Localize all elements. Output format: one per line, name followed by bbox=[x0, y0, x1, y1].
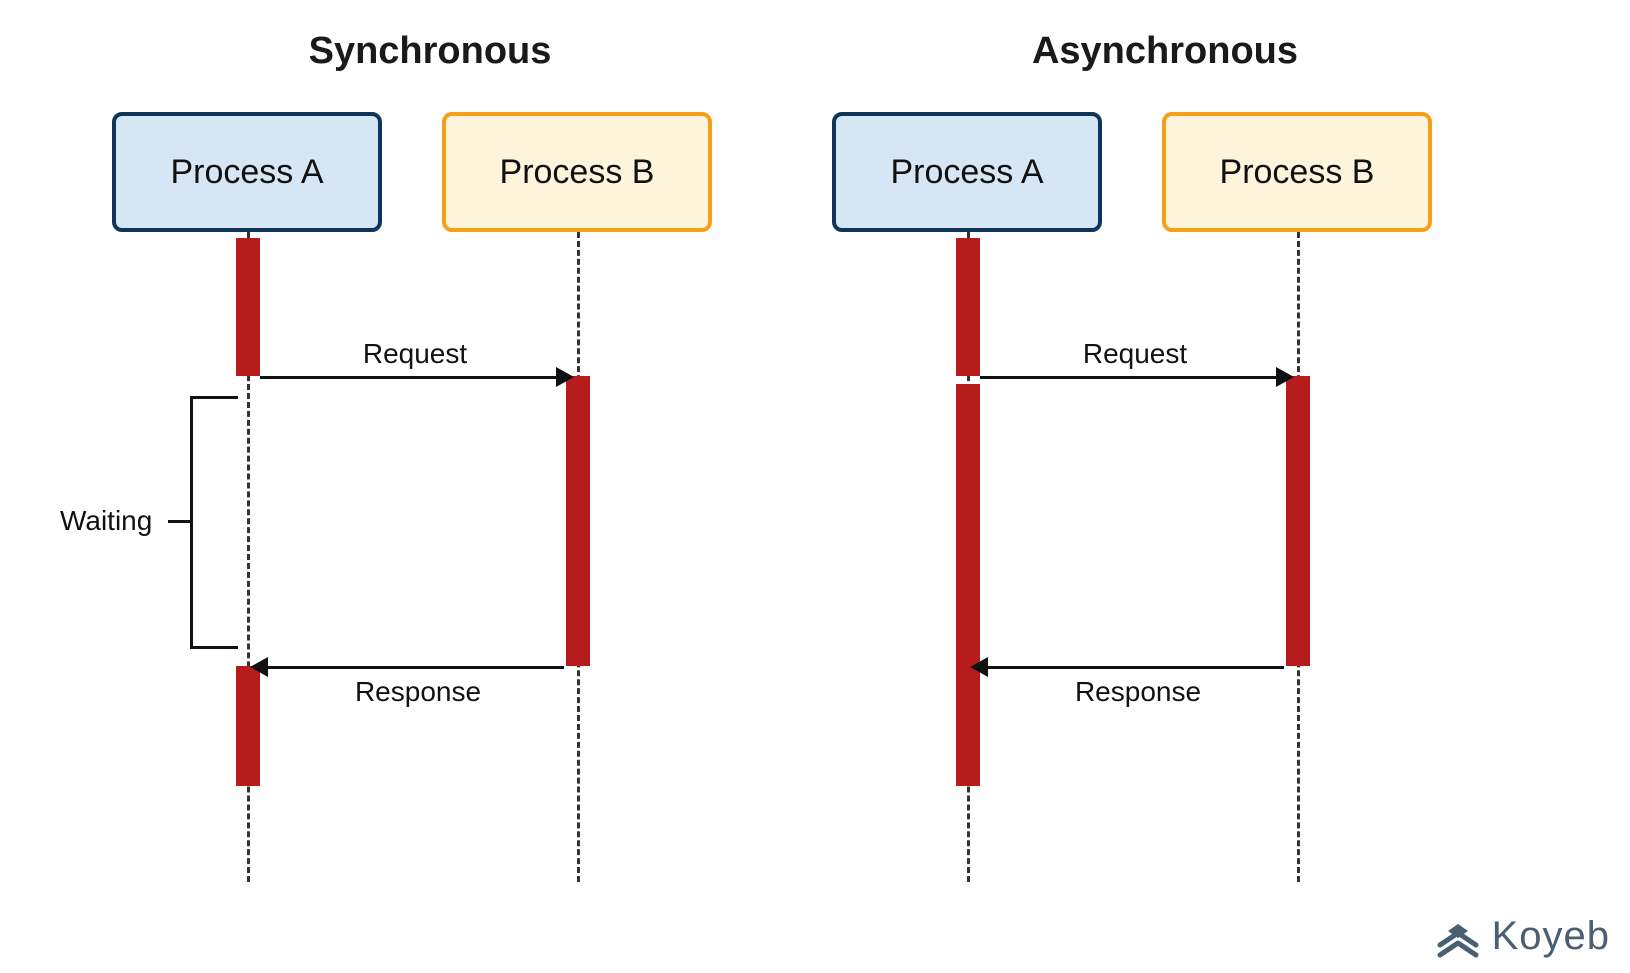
request-arrow-line-async bbox=[980, 376, 1276, 379]
title-synchronous: Synchronous bbox=[265, 30, 595, 73]
waiting-brace-mid-sync bbox=[168, 520, 190, 523]
exec-bar-b-async bbox=[1286, 376, 1310, 666]
process-a-label-async: Process A bbox=[890, 153, 1043, 192]
process-b-box-sync: Process B bbox=[442, 112, 712, 232]
process-b-box-async: Process B bbox=[1162, 112, 1432, 232]
exec-bar-b-sync bbox=[566, 376, 590, 666]
waiting-label-sync: Waiting bbox=[60, 505, 152, 537]
request-arrow-head-async bbox=[1276, 367, 1294, 387]
exec-bar-a2-async bbox=[956, 384, 980, 786]
exec-bar-a1-async bbox=[956, 238, 980, 376]
response-arrow-line-async bbox=[988, 666, 1284, 669]
response-arrow-head-async bbox=[970, 657, 988, 677]
koyeb-logo-icon bbox=[1436, 915, 1480, 959]
title-asynchronous: Asynchronous bbox=[985, 30, 1345, 73]
waiting-brace-bottom-sync bbox=[190, 646, 238, 649]
exec-bar-a2-sync bbox=[236, 666, 260, 786]
request-label-sync: Request bbox=[335, 338, 495, 370]
diagram-stage: Synchronous Process A Process B Request … bbox=[0, 0, 1630, 973]
process-a-box-async: Process A bbox=[832, 112, 1102, 232]
response-label-sync: Response bbox=[328, 676, 508, 708]
waiting-brace-v-sync bbox=[190, 396, 193, 646]
attribution: Koyeb bbox=[1436, 914, 1610, 959]
response-label-async: Response bbox=[1048, 676, 1228, 708]
waiting-brace-top-sync bbox=[190, 396, 238, 399]
request-arrow-line-sync bbox=[260, 376, 556, 379]
process-a-label-sync: Process A bbox=[170, 153, 323, 192]
response-arrow-head-sync bbox=[250, 657, 268, 677]
process-b-label-sync: Process B bbox=[500, 153, 655, 192]
process-b-label-async: Process B bbox=[1220, 153, 1375, 192]
response-arrow-line-sync bbox=[268, 666, 564, 669]
request-label-async: Request bbox=[1055, 338, 1215, 370]
exec-bar-a1-sync bbox=[236, 238, 260, 376]
request-arrow-head-sync bbox=[556, 367, 574, 387]
process-a-box-sync: Process A bbox=[112, 112, 382, 232]
attribution-text: Koyeb bbox=[1492, 914, 1610, 959]
